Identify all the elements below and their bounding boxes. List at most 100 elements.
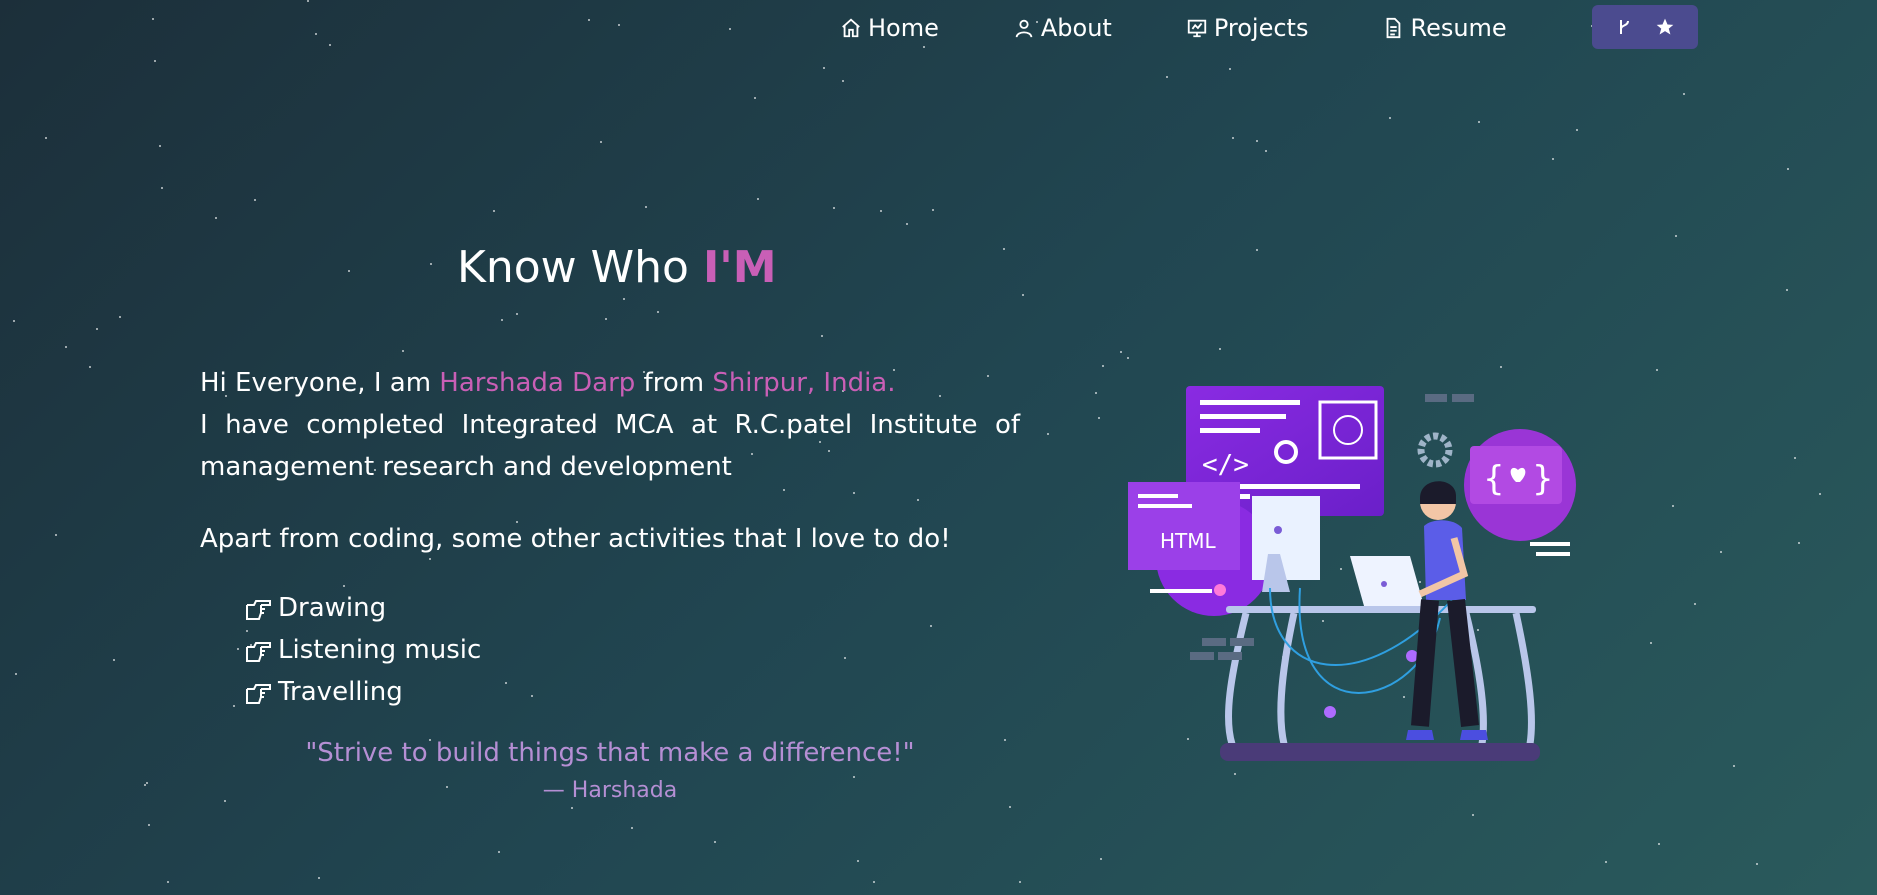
home-icon xyxy=(842,18,860,38)
pointing-hand-icon xyxy=(246,684,271,704)
star xyxy=(906,223,908,225)
star xyxy=(783,489,785,491)
projects-icon xyxy=(1187,19,1207,38)
star xyxy=(113,659,115,661)
star xyxy=(1552,158,1554,160)
star xyxy=(714,841,716,843)
star xyxy=(821,335,823,337)
star xyxy=(1478,121,1480,123)
star xyxy=(154,60,156,62)
star xyxy=(932,209,934,211)
star xyxy=(600,141,602,143)
star xyxy=(148,824,150,826)
intro-paragraph: Hi Everyone, I am Harshada Darp from Shi… xyxy=(200,362,1020,488)
star xyxy=(516,521,518,523)
star xyxy=(1819,493,1821,495)
star xyxy=(1500,366,1502,368)
star xyxy=(498,851,500,853)
star xyxy=(1472,814,1474,816)
page-title: Know Who I'M xyxy=(457,242,777,293)
star xyxy=(233,705,235,707)
document-icon xyxy=(1387,17,1401,39)
git-fork-icon xyxy=(1620,20,1629,34)
html-label: HTML xyxy=(1160,529,1217,553)
star xyxy=(1683,93,1685,95)
star xyxy=(237,648,239,650)
star xyxy=(842,80,844,82)
star xyxy=(167,881,169,883)
star xyxy=(1019,881,1021,883)
nav-home[interactable]: Home xyxy=(840,14,939,42)
star xyxy=(505,682,507,684)
developer-illustration: </> { } HTML xyxy=(1128,386,1576,761)
title-text: Know Who xyxy=(457,242,703,293)
nav-projects[interactable]: Projects xyxy=(1186,14,1309,42)
list-item: Listening music xyxy=(244,629,481,671)
star xyxy=(1219,348,1221,350)
star xyxy=(1794,457,1796,459)
star xyxy=(531,695,533,697)
star xyxy=(1650,642,1652,644)
nav-home-label: Home xyxy=(868,14,939,42)
star xyxy=(757,198,759,200)
title-highlight: I'M xyxy=(702,242,777,293)
star xyxy=(1265,150,1267,152)
star xyxy=(588,19,590,21)
star xyxy=(623,298,625,300)
svg-text:{: { xyxy=(1483,459,1505,499)
star xyxy=(429,558,431,560)
star xyxy=(657,311,659,313)
star xyxy=(645,206,647,208)
star xyxy=(159,145,161,147)
star xyxy=(152,18,154,20)
nav-about[interactable]: About xyxy=(1013,14,1112,42)
star xyxy=(571,807,573,809)
star xyxy=(1658,843,1660,845)
star xyxy=(1047,433,1049,435)
star xyxy=(501,319,503,321)
intro-greeting: Hi Everyone, I am xyxy=(200,368,440,398)
star xyxy=(15,673,17,675)
nav-projects-label: Projects xyxy=(1213,14,1309,42)
star xyxy=(1787,168,1789,170)
list-item: Drawing xyxy=(244,587,481,629)
star xyxy=(119,316,121,318)
star xyxy=(516,313,518,315)
svg-text:</>: </> xyxy=(1202,450,1249,480)
star xyxy=(402,350,404,352)
star xyxy=(215,217,217,219)
intro-from: from xyxy=(635,368,713,398)
star xyxy=(1733,765,1735,767)
star xyxy=(1166,76,1168,78)
intro-line-1: Hi Everyone, I am Harshada Darp from Shi… xyxy=(200,362,1020,404)
intro-location: Shirpur, India. xyxy=(712,368,896,398)
star xyxy=(729,28,731,30)
star xyxy=(1675,235,1677,237)
star xyxy=(329,44,331,46)
svg-text:}: } xyxy=(1532,459,1554,499)
github-fork-star-button[interactable] xyxy=(1592,5,1698,49)
star xyxy=(146,782,148,784)
star xyxy=(1098,417,1100,419)
nav-resume[interactable]: Resume xyxy=(1382,14,1507,42)
star xyxy=(880,210,882,212)
star-icon xyxy=(1656,18,1674,35)
star xyxy=(1120,351,1122,353)
star xyxy=(348,270,350,272)
activity-label: Drawing xyxy=(278,593,387,623)
star xyxy=(844,657,846,659)
star xyxy=(493,210,495,212)
intro-name: Harshada Darp xyxy=(439,368,636,398)
star xyxy=(13,320,15,322)
star xyxy=(45,137,47,139)
quote-author: — Harshada xyxy=(542,778,678,803)
star xyxy=(161,187,163,189)
star xyxy=(318,877,320,879)
star xyxy=(1127,357,1129,359)
star xyxy=(89,366,91,368)
star xyxy=(1022,294,1024,296)
star xyxy=(1798,542,1800,544)
star xyxy=(605,318,607,320)
star xyxy=(430,263,432,265)
star xyxy=(307,0,309,2)
